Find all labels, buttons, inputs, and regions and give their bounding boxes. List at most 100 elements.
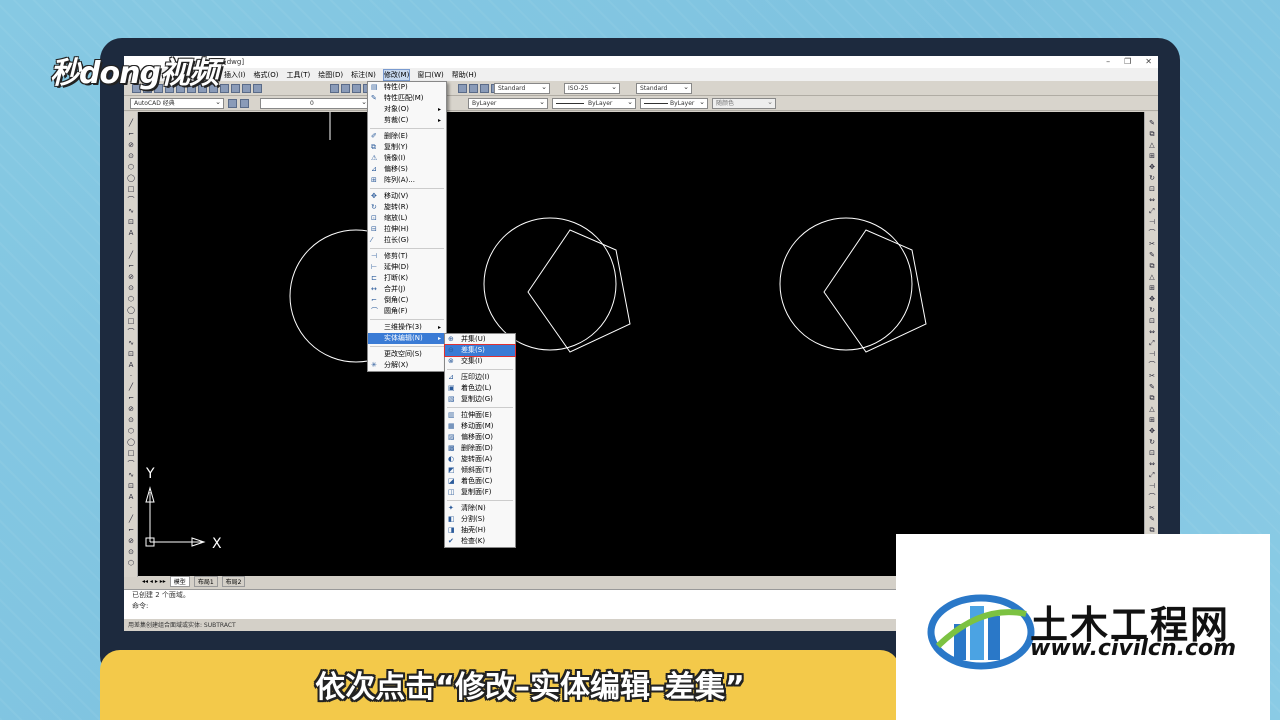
solid-menu-item-8[interactable]: ▥ 拉伸面(E)	[445, 410, 515, 421]
draw-tool-icon-8[interactable]: ∿	[127, 208, 135, 215]
redo-icon[interactable]	[253, 84, 262, 93]
draw-tool-icon-29[interactable]: ◯	[127, 439, 135, 446]
solid-menu-item-20[interactable]: ✔ 检查(K)	[445, 536, 515, 547]
modify-tool-icon-0[interactable]: ✎	[1148, 120, 1156, 127]
modify-tool-icon-10[interactable]: ⌒	[1148, 230, 1156, 237]
draw-tool-icon-26[interactable]: ⊘	[127, 406, 135, 413]
menu-3[interactable]: 绘图(D)	[318, 70, 343, 80]
draw-tool-icon-37[interactable]: ⌐	[127, 527, 135, 534]
lineweight-select[interactable]: ByLayer	[640, 97, 708, 109]
modify-menu-item-18[interactable]: ⊢ 延伸(D)	[368, 262, 446, 273]
modify-tool-icon-26[interactable]: △	[1148, 406, 1156, 413]
match-icon[interactable]	[231, 84, 240, 93]
draw-tool-icon-2[interactable]: ⊘	[127, 142, 135, 149]
menu-2[interactable]: 工具(T)	[287, 70, 311, 80]
draw-tool-icon-21[interactable]: ⊡	[127, 351, 135, 358]
solid-menu-item-14[interactable]: ◪ 着色面(C)	[445, 476, 515, 487]
table-style-select[interactable]: Standard	[636, 82, 692, 94]
modify-tool-icon-37[interactable]: ⧉	[1148, 527, 1156, 534]
draw-tool-icon-25[interactable]: ⌐	[127, 395, 135, 402]
modify-menu-item-21[interactable]: ⌐ 倒角(C)	[368, 295, 446, 306]
draw-tool-icon-3[interactable]: ⊙	[127, 153, 135, 160]
dim-style-select[interactable]: ISO-25	[564, 82, 620, 94]
linetype-select[interactable]: ByLayer	[552, 97, 636, 109]
solid-menu-item-1[interactable]: ⊖ 差集(S)	[444, 344, 516, 357]
undo-icon[interactable]	[242, 84, 251, 93]
draw-tool-icon-7[interactable]: ⌒	[127, 197, 135, 204]
modify-tool-icon-11[interactable]: ✂	[1148, 241, 1156, 248]
color-select[interactable]: ByLayer	[468, 97, 548, 109]
zoom-icon[interactable]	[341, 84, 350, 93]
modify-tool-icon-29[interactable]: ↻	[1148, 439, 1156, 446]
pentagon-region-3[interactable]	[823, 229, 927, 353]
draw-tool-icon-31[interactable]: ⌒	[127, 461, 135, 468]
modify-tool-icon-1[interactable]: ⧉	[1148, 131, 1156, 138]
modify-menu-item-19[interactable]: ⊏ 打断(K)	[368, 273, 446, 284]
layer-select[interactable]: 0	[260, 97, 370, 109]
draw-tool-icon-36[interactable]: ╱	[127, 516, 135, 523]
tab-nav-arrows[interactable]: ◂◂ ◂ ▸ ▸▸	[142, 578, 166, 585]
modify-tool-icon-3[interactable]: ⊞	[1148, 153, 1156, 160]
menu-7[interactable]: 帮助(H)	[452, 70, 477, 80]
solid-menu-item-15[interactable]: ◫ 复制面(F)	[445, 487, 515, 498]
solid-menu-item-11[interactable]: ▩ 删除面(D)	[445, 443, 515, 454]
modify-menu-item-7[interactable]: ⚠ 镜像(I)	[368, 153, 446, 164]
close-icon[interactable]: ✕	[1145, 56, 1152, 68]
solid-menu-item-17[interactable]: ✦ 清除(N)	[445, 503, 515, 514]
modify-menu-item-5[interactable]: ✐ 删除(E)	[368, 131, 446, 142]
menu-1[interactable]: 格式(O)	[254, 70, 279, 80]
draw-tool-icon-17[interactable]: ◯	[127, 307, 135, 314]
properties-icon[interactable]	[458, 84, 467, 93]
modify-tool-icon-20[interactable]: ⤢	[1148, 340, 1156, 347]
modify-menu-item-12[interactable]: ↻ 旋转(R)	[368, 202, 446, 213]
menu-5[interactable]: 修改(M)	[382, 68, 411, 81]
minimize-icon[interactable]: –	[1106, 56, 1110, 68]
solid-menu-item-19[interactable]: ◨ 抽壳(H)	[445, 525, 515, 536]
draw-tool-icon-33[interactable]: ⊡	[127, 483, 135, 490]
modify-menu-item-13[interactable]: ⊡ 缩放(L)	[368, 213, 446, 224]
draw-tool-icon-13[interactable]: ⌐	[127, 263, 135, 270]
modify-tool-icon-36[interactable]: ✎	[1148, 516, 1156, 523]
modify-tool-icon-2[interactable]: △	[1148, 142, 1156, 149]
plot-style-select[interactable]: 随颜色	[712, 97, 776, 109]
draw-tool-icon-35[interactable]: ·	[127, 505, 135, 512]
draw-tool-icon-20[interactable]: ∿	[127, 340, 135, 347]
modify-menu-item-8[interactable]: ⊿ 偏移(S)	[368, 164, 446, 175]
draw-tool-icon-32[interactable]: ∿	[127, 472, 135, 479]
modify-menu-item-28[interactable]: ✳ 分解(X)	[368, 360, 446, 371]
pan-icon[interactable]	[330, 84, 339, 93]
modify-tool-icon-4[interactable]: ✥	[1148, 164, 1156, 171]
solid-menu-item-18[interactable]: ◧ 分割(S)	[445, 514, 515, 525]
draw-tool-icon-24[interactable]: ╱	[127, 384, 135, 391]
draw-tool-icon-9[interactable]: ⊡	[127, 219, 135, 226]
modify-tool-icon-18[interactable]: ⊡	[1148, 318, 1156, 325]
draw-tool-icon-38[interactable]: ⊘	[127, 538, 135, 545]
modify-tool-icon-33[interactable]: ⊣	[1148, 483, 1156, 490]
draw-tool-icon-22[interactable]: A	[127, 362, 135, 369]
layer-manager-icon[interactable]	[228, 99, 237, 108]
draw-tool-icon-40[interactable]: ⬡	[127, 560, 135, 567]
draw-tool-icon-15[interactable]: ⊙	[127, 285, 135, 292]
solid-menu-item-9[interactable]: ▦ 移动面(M)	[445, 421, 515, 432]
menu-4[interactable]: 标注(N)	[351, 70, 376, 80]
draw-tool-icon-16[interactable]: ⬡	[127, 296, 135, 303]
modify-menu-item-27[interactable]: 更改空间(S)	[368, 349, 446, 360]
modify-tool-icon-15[interactable]: ⊞	[1148, 285, 1156, 292]
modify-menu-item-6[interactable]: ⧉ 复制(Y)	[368, 142, 446, 153]
menu-6[interactable]: 窗口(W)	[417, 70, 443, 80]
draw-tool-icon-23[interactable]: ·	[127, 373, 135, 380]
circle-region-2[interactable]	[483, 217, 617, 351]
draw-tool-icon-14[interactable]: ⊘	[127, 274, 135, 281]
paste-icon[interactable]	[220, 84, 229, 93]
modify-tool-icon-5[interactable]: ↻	[1148, 175, 1156, 182]
modify-tool-icon-9[interactable]: ⊣	[1148, 219, 1156, 226]
solid-menu-item-4[interactable]: ⊿ 压印边(I)	[445, 372, 515, 383]
modify-tool-icon-31[interactable]: ⇔	[1148, 461, 1156, 468]
draw-tool-icon-5[interactable]: ◯	[127, 175, 135, 182]
modify-tool-icon-28[interactable]: ✥	[1148, 428, 1156, 435]
draw-tool-icon-34[interactable]: A	[127, 494, 135, 501]
workspace-select[interactable]: AutoCAD 经典	[130, 97, 224, 109]
modify-menu-item-14[interactable]: ⊟ 拉伸(H)	[368, 224, 446, 235]
draw-tool-icon-10[interactable]: A	[127, 230, 135, 237]
modify-tool-icon-6[interactable]: ⊡	[1148, 186, 1156, 193]
